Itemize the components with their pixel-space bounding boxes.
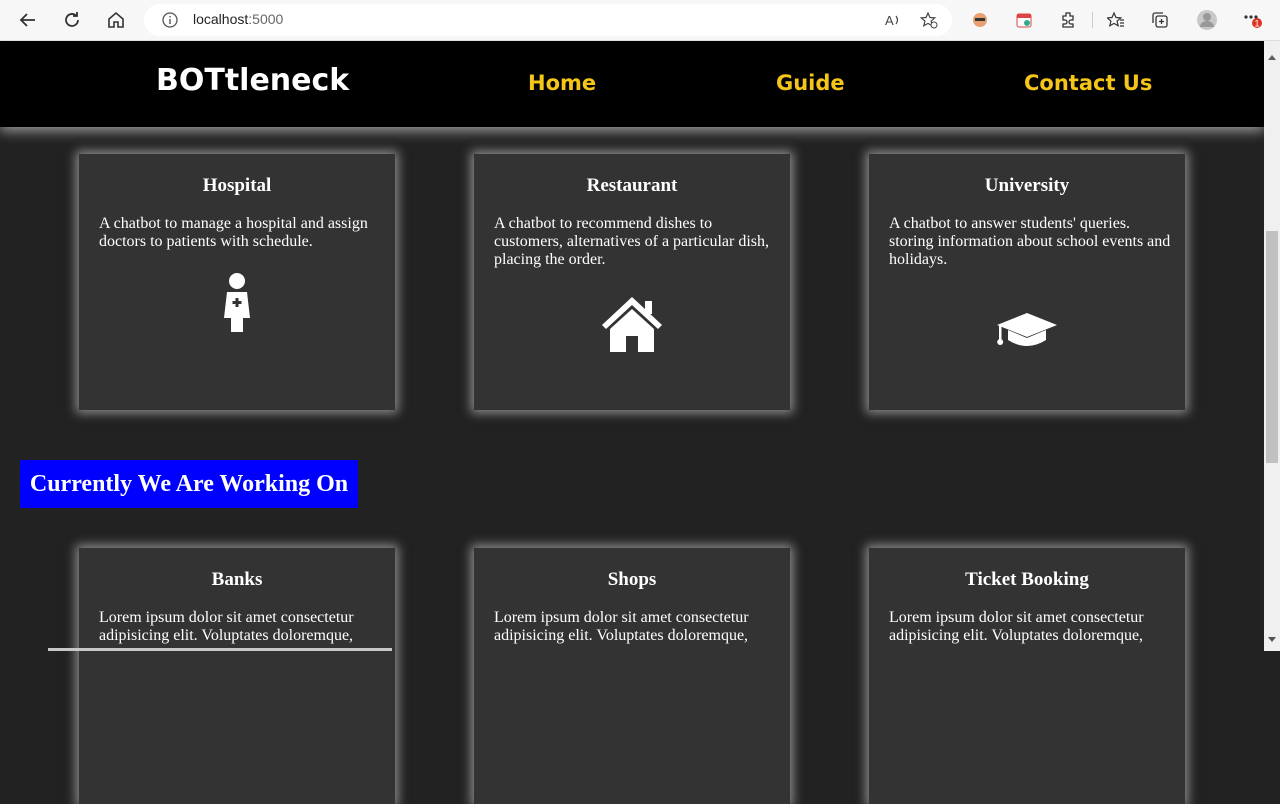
nurse-icon	[217, 272, 257, 336]
info-icon[interactable]	[162, 12, 178, 32]
card-ticket-booking: Ticket Booking Lorem ipsum dolor sit ame…	[869, 548, 1185, 804]
card-university: University A chatbot to answer students'…	[869, 154, 1185, 410]
notification-badge: 1	[1254, 19, 1259, 29]
card-title: University	[984, 175, 1070, 196]
card-title: Banks	[211, 569, 263, 590]
scrollbar-thumb[interactable]	[1266, 231, 1278, 463]
nav-link-contact[interactable]: Contact Us	[1024, 71, 1152, 95]
card-title: Hospital	[202, 175, 272, 196]
refresh-button[interactable]	[60, 8, 84, 32]
card-title: Shops	[607, 569, 657, 590]
card-restaurant: Restaurant A chatbot to recommend dishes…	[474, 154, 790, 410]
url-host: localhost	[193, 11, 249, 27]
card-title: Restaurant	[586, 175, 678, 196]
scroll-down-icon[interactable]	[1268, 628, 1276, 647]
svg-text:A: A	[885, 13, 894, 28]
toolbar-divider	[1092, 12, 1093, 28]
card-description: Lorem ipsum dolor sit amet consectetur a…	[494, 609, 749, 644]
card-description: Lorem ipsum dolor sit amet consectetur a…	[889, 609, 1144, 644]
site-navbar: BOTtleneck Home Guide Contact Us	[0, 41, 1264, 127]
graduation-cap-icon	[995, 310, 1059, 350]
favorites-icon[interactable]	[1104, 8, 1128, 32]
profile-avatar-icon[interactable]	[1195, 8, 1219, 32]
home-icon	[600, 294, 664, 354]
scroll-up-icon[interactable]	[1268, 45, 1276, 64]
extension-calendar-icon[interactable]	[1012, 8, 1036, 32]
url-port: :5000	[248, 11, 284, 27]
extensions-icon[interactable]	[1056, 8, 1080, 32]
brand-logo[interactable]: BOTtleneck	[156, 63, 349, 98]
collections-icon[interactable]	[1148, 8, 1172, 32]
url-text: localhost:5000	[193, 11, 283, 27]
card-description: A chatbot to manage a hospital and assig…	[99, 215, 368, 250]
card-description: A chatbot to recommend dishes to custome…	[494, 215, 770, 268]
favorite-add-icon[interactable]	[919, 11, 938, 33]
browser-toolbar: localhost:5000 A 1	[0, 0, 1280, 41]
address-bar[interactable]: localhost:5000 A	[144, 4, 952, 36]
back-button[interactable]	[16, 8, 40, 32]
card-description: A chatbot to answer students' queries. s…	[889, 215, 1171, 268]
card-description: Lorem ipsum dolor sit amet consectetur a…	[99, 609, 354, 644]
card-hospital: Hospital A chatbot to manage a hospital …	[79, 154, 395, 410]
home-button[interactable]	[104, 8, 128, 32]
card-banks: Banks Lorem ipsum dolor sit amet consect…	[79, 548, 395, 804]
section-heading: Currently We Are Working On	[20, 460, 358, 508]
card-shops: Shops Lorem ipsum dolor sit amet consect…	[474, 548, 790, 804]
card-title: Ticket Booking	[965, 569, 1089, 590]
vertical-scrollbar[interactable]	[1264, 41, 1280, 651]
extension-avatar-icon[interactable]	[968, 8, 992, 32]
settings-more-icon[interactable]: 1	[1240, 8, 1264, 32]
nav-link-home[interactable]: Home	[528, 71, 596, 95]
nav-link-guide[interactable]: Guide	[776, 71, 845, 95]
read-aloud-icon[interactable]: A	[884, 11, 902, 33]
